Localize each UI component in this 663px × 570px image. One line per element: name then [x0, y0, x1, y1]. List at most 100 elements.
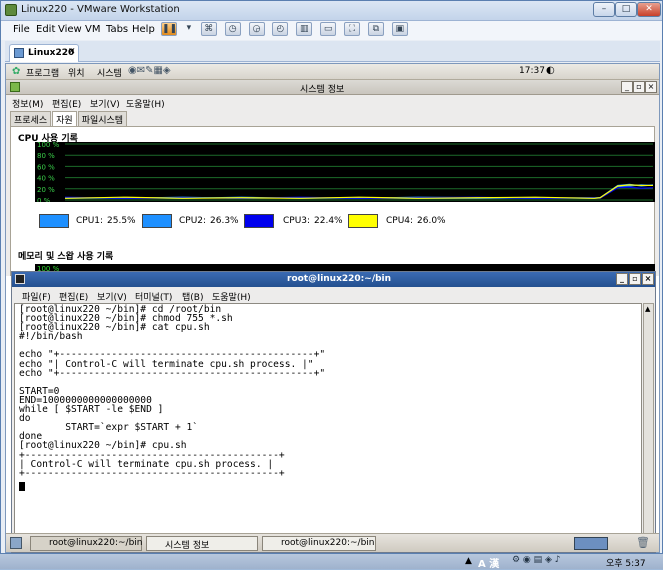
sm-menu-help[interactable]: 도움말(H)	[126, 97, 165, 110]
terminal-cursor	[19, 481, 25, 491]
maximize-button[interactable]: □	[615, 2, 637, 17]
console-view-icon[interactable]: ▭	[320, 22, 337, 36]
tray-arrow-icon[interactable]: ▲	[465, 556, 472, 566]
term-maximize-button[interactable]: ▫	[629, 273, 641, 285]
term-menu-help[interactable]: 도움말(H)	[212, 290, 251, 303]
cpu1-series-line	[64, 184, 654, 199]
tab-filesystems[interactable]: 파일시스템	[77, 111, 128, 126]
cpu3-label: CPU3:	[283, 216, 311, 226]
guest-screen: ✿ 프로그램 위치 시스템 ◉✉✎▦◈ 17:37 ◐ 시스템 정보 _ ▫ ×…	[5, 63, 660, 553]
cpu4-label: CPU4:	[386, 216, 414, 226]
term-menu-view[interactable]: 보기(V)	[97, 290, 127, 303]
vm-tab-linux220[interactable]: Linux220 ✕	[9, 44, 79, 62]
cpu-history-svg: 100 % 80 % 60 % 40 % 20 % 0 %	[37, 142, 654, 202]
term-minimize-button[interactable]: _	[616, 273, 628, 285]
term-close-button[interactable]: ×	[642, 273, 654, 285]
menu-file[interactable]: File	[13, 24, 30, 35]
show-desktop-icon[interactable]	[10, 537, 22, 549]
vmware-app-icon	[5, 4, 17, 16]
fullscreen-icon[interactable]: ⛶	[344, 22, 360, 36]
panel-places[interactable]: 위치	[68, 66, 85, 79]
ime-indicator[interactable]: A 漢	[478, 555, 499, 570]
snapshot-icon[interactable]: ◷	[224, 22, 241, 36]
dropdown-icon[interactable]: ▾	[185, 22, 193, 36]
gnome-bottom-panel: root@linux220:~/bin 시스템 정보 root@linux220…	[6, 533, 659, 552]
menu-tabs[interactable]: Tabs	[106, 24, 128, 35]
menu-vm[interactable]: VM	[85, 24, 100, 35]
cpu3-value: 22.4%	[314, 216, 343, 226]
quick-switch-icon[interactable]: ▣	[391, 22, 408, 36]
term-menu-tabs[interactable]: 탭(B)	[182, 290, 203, 303]
terminal-menubar: 파일(F) 편집(E) 보기(V) 터미널(T) 탭(B) 도움말(H)	[12, 287, 655, 303]
launcher-icons[interactable]: ◉✉✎▦◈	[128, 65, 171, 76]
system-monitor-menubar: 정보(M) 편집(E) 보기(V) 도움말(H)	[6, 95, 659, 110]
sm-minimize-button[interactable]: _	[621, 81, 633, 93]
vm-tabstrip: Linux220 ✕	[5, 41, 660, 62]
panel-clock[interactable]: 17:37	[519, 66, 545, 76]
network-icon[interactable]: ◐	[546, 65, 555, 76]
panel-applications[interactable]: 프로그램	[26, 66, 59, 79]
terminal-output[interactable]: [root@linux220 ~/bin]# cd /root/bin [root…	[14, 303, 642, 550]
tray-icons[interactable]: ⚙ ◉ ▤ ◈ ♪	[512, 555, 561, 565]
taskbar-system-monitor[interactable]: 시스템 정보	[146, 536, 258, 551]
y-tick-label: 60 %	[37, 163, 55, 171]
sm-maximize-button[interactable]: ▫	[633, 81, 645, 93]
panel-system[interactable]: 시스템	[97, 66, 122, 79]
system-monitor-titlebar[interactable]: 시스템 정보 _ ▫ ×	[6, 80, 659, 95]
terminal-titlebar[interactable]: root@linux220:~/bin _ ▫ ×	[12, 272, 655, 287]
sm-close-button[interactable]: ×	[645, 81, 657, 93]
terminal-text: [root@linux220 ~/bin]# cd /root/bin [root…	[19, 305, 325, 491]
minimize-button[interactable]: –	[593, 2, 615, 17]
sm-menu-info[interactable]: 정보(M)	[12, 97, 43, 110]
cpu2-label: CPU2:	[179, 216, 207, 226]
vmware-titlebar[interactable]: Linux220 - VMware Workstation – □ ✕	[1, 1, 662, 21]
gnome-top-panel: ✿ 프로그램 위치 시스템 ◉✉✎▦◈ 17:37 ◐	[6, 64, 659, 80]
system-monitor-window: 시스템 정보 _ ▫ × 정보(M) 편집(E) 보기(V) 도움말(H) 프로…	[6, 80, 659, 276]
cpu4-series-line	[64, 184, 653, 199]
menu-help[interactable]: Help	[132, 24, 155, 35]
snapshot-manager-icon[interactable]: ◴	[272, 22, 289, 36]
tab-resources[interactable]: 자원	[52, 111, 77, 126]
tab-close-icon[interactable]: ✕	[68, 47, 76, 57]
menu-view[interactable]: View	[58, 24, 82, 35]
cpu-history-graph: 100 % 80 % 60 % 40 % 20 % 0 %	[35, 142, 655, 202]
cpu2-color-swatch[interactable]	[142, 214, 172, 228]
term-menu-terminal[interactable]: 터미널(T)	[135, 290, 172, 303]
terminal-icon	[15, 274, 25, 284]
terminal-window: root@linux220:~/bin _ ▫ × 파일(F) 편집(E) 보기…	[11, 271, 656, 553]
sm-menu-edit[interactable]: 편집(E)	[52, 97, 81, 110]
resources-panel: CPU 사용 기록 100 % 80 % 60 % 40 % 20 % 0 % CPU1:…	[10, 126, 655, 276]
term-menu-edit[interactable]: 편집(E)	[59, 290, 88, 303]
scroll-up-arrow[interactable]: ▲	[645, 305, 650, 313]
terminal-scrollbar[interactable]: ▲ ▼	[643, 303, 654, 550]
sm-menu-view[interactable]: 보기(V)	[90, 97, 120, 110]
cpu4-value: 26.0%	[417, 216, 446, 226]
host-taskbar: ▲ A 漢 ⚙ ◉ ▤ ◈ ♪ 오후 5:37	[0, 554, 663, 570]
revert-snapshot-icon[interactable]: ◶	[248, 22, 265, 36]
unity-icon[interactable]: ⧉	[367, 22, 384, 36]
taskbar-terminal-2[interactable]: root@linux220:~/bin	[262, 536, 376, 551]
terminal-line: +---------------------------------------…	[19, 467, 285, 479]
vmware-window: Linux220 - VMware Workstation – □ ✕ File…	[0, 0, 663, 554]
cpu1-color-swatch[interactable]	[39, 214, 69, 228]
workspace-switcher[interactable]	[574, 537, 608, 550]
send-ctrl-alt-del-icon[interactable]: ⌘	[200, 22, 217, 36]
tab-processes[interactable]: 프로세스	[10, 111, 52, 126]
cpu3-color-swatch[interactable]	[244, 214, 274, 228]
pause-icon[interactable]: ❚❚	[161, 22, 177, 36]
host-clock[interactable]: 오후 5:37	[606, 556, 646, 569]
taskbar-terminal-1-label: root@linux220:~/bin	[49, 538, 143, 548]
trash-icon[interactable]: 🗑	[636, 536, 650, 549]
close-button[interactable]: ✕	[637, 2, 661, 17]
foot-icon[interactable]: ✿	[12, 66, 20, 77]
vm-tab-icon	[14, 48, 24, 58]
menu-edit[interactable]: Edit	[36, 24, 55, 35]
term-menu-file[interactable]: 파일(F)	[22, 290, 51, 303]
taskbar-terminal-1[interactable]: root@linux220:~/bin	[30, 536, 142, 551]
terminal-line: START=`expr $START + 1`	[19, 422, 199, 434]
cpu4-color-swatch[interactable]	[348, 214, 378, 228]
y-tick-label: 100 %	[37, 142, 60, 149]
terminal-line: #!/bin/bash	[19, 331, 83, 343]
sidebar-view-icon[interactable]: ▥	[296, 22, 313, 36]
cpu1-value: 25.5%	[107, 216, 136, 226]
